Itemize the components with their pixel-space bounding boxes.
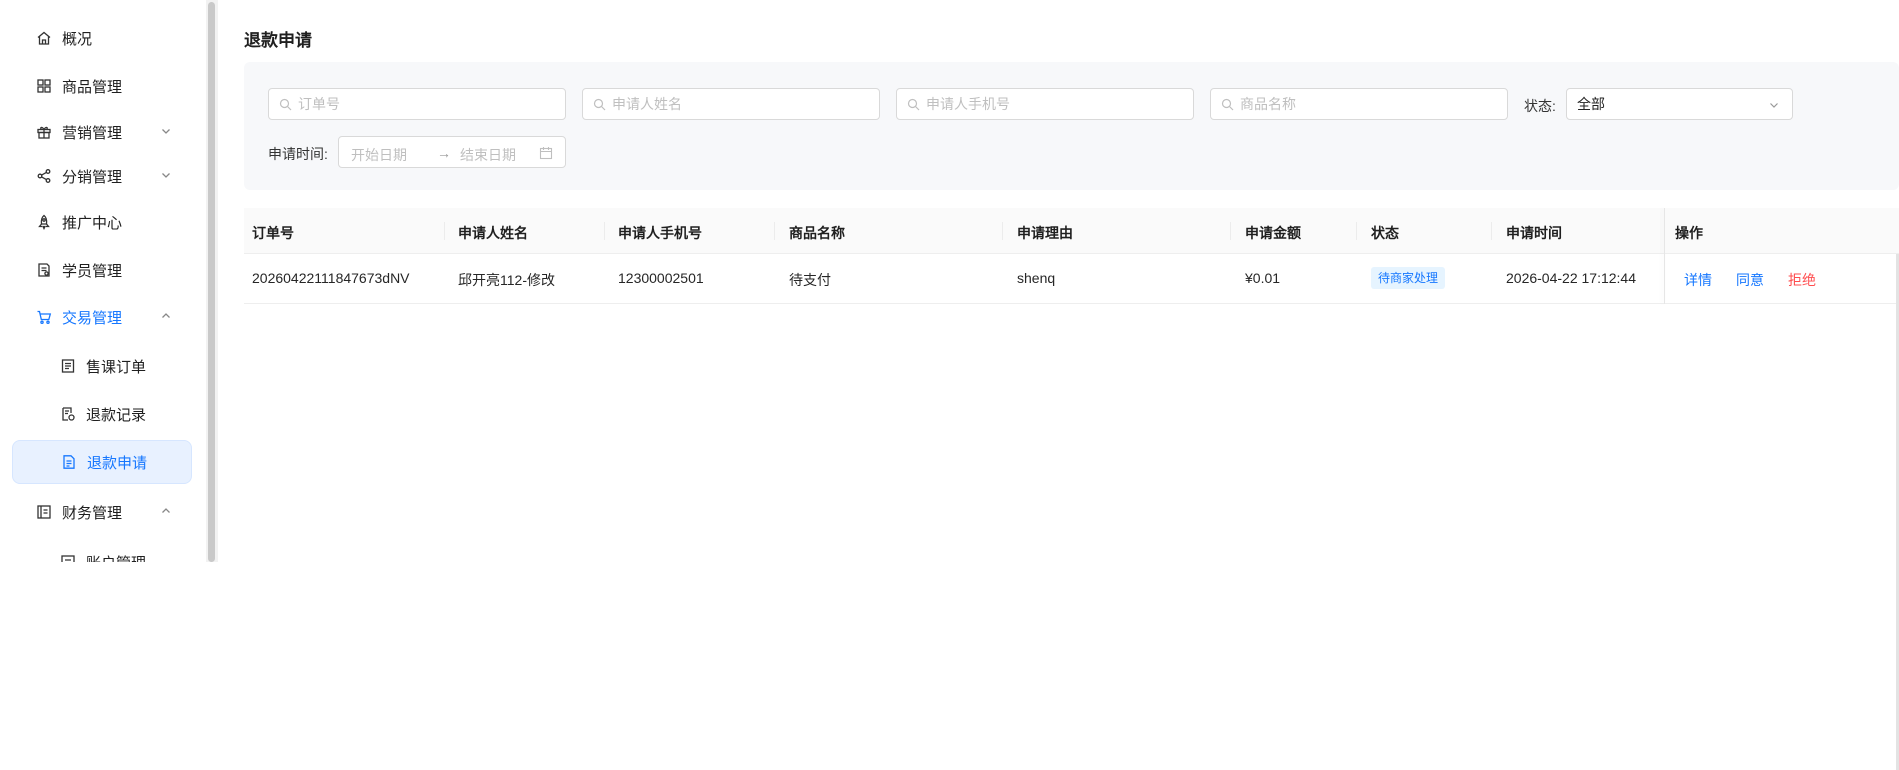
sidebar-scrollbar[interactable] xyxy=(208,2,215,562)
order-icon xyxy=(60,358,76,374)
chevron-down-icon xyxy=(1770,103,1778,108)
refund-record-icon xyxy=(60,406,76,422)
account-icon xyxy=(60,554,76,562)
sidebar-item-label: 概况 xyxy=(62,30,93,48)
col-divider xyxy=(1356,222,1357,240)
col-divider xyxy=(444,222,445,240)
sidebar-item-label: 退款记录 xyxy=(86,406,147,424)
cell-apply-time: 2026-04-22 17:12:44 xyxy=(1506,270,1636,286)
sidebar-item-label: 退款申请 xyxy=(87,454,148,472)
sidebar-item-label: 售课订单 xyxy=(86,358,147,376)
date-range-picker[interactable]: 开始日期 → 结束日期 xyxy=(338,136,566,168)
col-divider xyxy=(774,222,775,240)
product-name-placeholder: 商品名称 xyxy=(1240,96,1296,112)
sidebar-item-label: 交易管理 xyxy=(62,309,123,327)
sidebar-item-label: 财务管理 xyxy=(62,504,123,522)
col-applicant-phone: 申请人手机号 xyxy=(618,225,702,241)
sidebar-item-transactions[interactable]: 交易管理 xyxy=(12,295,192,339)
sidebar-item-students[interactable]: 学员管理 xyxy=(12,248,192,292)
applicant-name-input[interactable]: 申请人姓名 xyxy=(582,88,880,120)
chevron-down-icon xyxy=(162,173,170,178)
home-icon xyxy=(36,30,52,46)
gift-icon xyxy=(36,124,52,140)
sidebar-item-accounts[interactable]: 账户管理 xyxy=(12,540,192,562)
applicant-phone-placeholder: 申请人手机号 xyxy=(926,96,1010,112)
sidebar-item-label: 商品管理 xyxy=(62,78,123,96)
chevron-down-icon xyxy=(162,129,170,134)
finance-icon xyxy=(36,504,52,520)
sidebar-item-products[interactable]: 商品管理 xyxy=(12,64,192,108)
sidebar-item-label: 营销管理 xyxy=(62,124,123,142)
sidebar-item-promotion[interactable]: 推广中心 xyxy=(12,200,192,244)
reject-link[interactable]: 拒绝 xyxy=(1788,270,1816,290)
cell-amount: ¥0.01 xyxy=(1245,270,1281,286)
agree-link[interactable]: 同意 xyxy=(1736,270,1764,290)
order-no-placeholder: 订单号 xyxy=(298,96,340,112)
sidebar-item-finance[interactable]: 财务管理 xyxy=(12,490,192,534)
col-divider xyxy=(1002,222,1003,240)
start-date-placeholder: 开始日期 xyxy=(351,147,407,163)
col-divider xyxy=(1491,222,1492,240)
status-label: 状态: xyxy=(1524,98,1556,114)
sidebar-item-label: 推广中心 xyxy=(62,214,123,232)
order-no-input[interactable]: 订单号 xyxy=(268,88,566,120)
search-icon xyxy=(593,98,606,110)
col-status: 状态 xyxy=(1371,225,1399,241)
sidebar-item-course-orders[interactable]: 售课订单 xyxy=(12,344,192,388)
sidebar-item-label: 学员管理 xyxy=(62,262,123,280)
col-apply-time: 申请时间 xyxy=(1506,225,1562,241)
refund-apply-icon xyxy=(61,454,77,470)
table-row: 20260422111847673dNV 邱开亮112-修改 123000025… xyxy=(244,254,1899,304)
sidebar-item-refund-records[interactable]: 退款记录 xyxy=(12,392,192,436)
applicant-name-placeholder: 申请人姓名 xyxy=(612,96,682,112)
sidebar-item-label: 账户管理 xyxy=(86,552,146,563)
sidebar-item-label: 分销管理 xyxy=(62,168,123,186)
sidebar-item-overview[interactable]: 概况 xyxy=(12,16,192,60)
status-select-value: 全部 xyxy=(1577,96,1605,112)
sidebar: 概况 商品管理 营销管理 分销管理 推广中心 学员管理 交易管理 售课订单 退款… xyxy=(0,0,206,562)
main-content: 退款申请 订单号 申请人姓名 申请人手机号 商品名称 状态: 全部 申请时间: … xyxy=(230,0,1899,770)
cell-product: 待支付 xyxy=(789,272,831,288)
product-name-input[interactable]: 商品名称 xyxy=(1210,88,1508,120)
cell-order-no: 20260422111847673dNV xyxy=(252,270,410,286)
cell-reason: shenq xyxy=(1017,270,1056,286)
search-icon xyxy=(279,98,292,110)
rocket-icon xyxy=(36,214,52,230)
sidebar-item-marketing[interactable]: 营销管理 xyxy=(12,110,192,154)
col-order-no: 订单号 xyxy=(252,225,294,241)
page-title: 退款申请 xyxy=(244,31,312,50)
cell-applicant-name: 邱开亮112-修改 xyxy=(458,272,555,288)
grid-icon xyxy=(36,78,52,94)
fixed-column-edge xyxy=(1664,208,1665,304)
calendar-icon xyxy=(539,147,553,160)
col-actions: 操作 xyxy=(1675,225,1703,241)
table-header: 订单号 申请人姓名 申请人手机号 商品名称 申请理由 申请金额 状态 申请时间 … xyxy=(244,208,1899,254)
search-icon xyxy=(1221,98,1234,110)
status-select[interactable]: 全部 xyxy=(1566,88,1793,120)
end-date-placeholder: 结束日期 xyxy=(460,147,516,163)
status-badge: 待商家处理 xyxy=(1371,267,1446,289)
search-icon xyxy=(907,98,920,110)
sidebar-item-refund-applications[interactable]: 退款申请 xyxy=(12,440,192,484)
detail-link[interactable]: 详情 xyxy=(1684,270,1712,290)
col-divider xyxy=(604,222,605,240)
col-amount: 申请金额 xyxy=(1245,225,1301,241)
student-icon xyxy=(36,262,52,278)
cart-icon xyxy=(36,309,52,325)
chevron-up-icon xyxy=(162,313,170,318)
applicant-phone-input[interactable]: 申请人手机号 xyxy=(896,88,1194,120)
cell-phone: 12300002501 xyxy=(618,270,704,286)
chevron-up-icon xyxy=(162,508,170,513)
col-reason: 申请理由 xyxy=(1017,225,1073,241)
col-applicant-name: 申请人姓名 xyxy=(458,225,528,241)
sidebar-item-distribution[interactable]: 分销管理 xyxy=(12,154,192,198)
range-arrow-icon: → xyxy=(437,145,451,161)
apply-time-label: 申请时间: xyxy=(268,146,328,162)
share-icon xyxy=(36,168,52,184)
filter-panel: 订单号 申请人姓名 申请人手机号 商品名称 状态: 全部 申请时间: 开始日期 … xyxy=(244,62,1899,190)
col-product-name: 商品名称 xyxy=(789,225,845,241)
col-divider xyxy=(1230,222,1231,240)
